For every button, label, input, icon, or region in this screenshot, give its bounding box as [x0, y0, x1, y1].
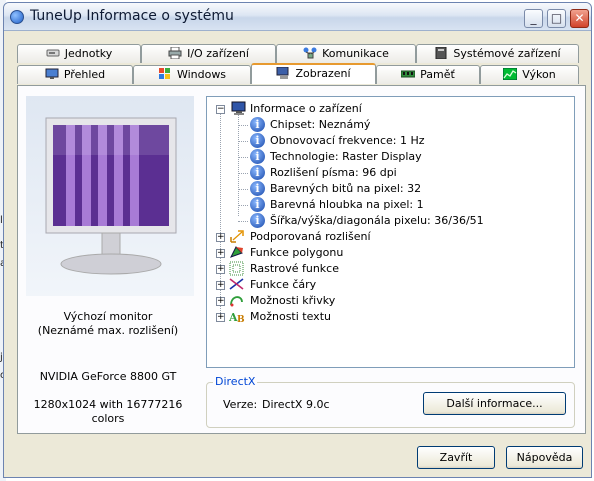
info-icon: i — [250, 213, 265, 228]
tree-group-item[interactable]: Možnosti textu — [250, 309, 331, 325]
info-icon: i — [250, 165, 265, 180]
title-bar[interactable]: TuneUp Informace o systému _ □ ✕ — [4, 3, 591, 31]
tab-prehled[interactable]: Přehled — [17, 65, 133, 84]
curve-icon — [230, 296, 243, 307]
close-button[interactable]: Zavřít — [417, 446, 495, 469]
tab-pamet[interactable]: Paměť — [376, 65, 480, 84]
tab-jednotky[interactable]: Jednotky — [17, 44, 141, 63]
tab-systemove-zarizeni[interactable]: Systémové zařízení — [416, 44, 579, 63]
monitor-resolution-caption: (Neznámé max. rozlišení) — [37, 324, 179, 337]
tab-label: Systémové zařízení — [453, 47, 561, 60]
resolution-icon — [230, 230, 244, 243]
collapse-toggle[interactable]: − — [216, 105, 225, 114]
display-tab-panel: Výchozí monitor (Neznámé max. rozlišení)… — [17, 85, 586, 434]
tree-connector — [238, 125, 248, 126]
tree-item[interactable]: Barevná hloubka na pixel: 1 — [270, 197, 424, 213]
display-icon — [276, 67, 289, 79]
tree-group-item[interactable]: Podporovaná rozlišení — [250, 229, 371, 245]
info-icon: i — [250, 117, 265, 132]
expand-toggle[interactable]: + — [216, 233, 225, 242]
tree-item[interactable]: Technologie: Raster Display — [270, 149, 422, 165]
memory-icon — [401, 70, 416, 78]
tree-group-item[interactable]: Funkce polygonu — [250, 245, 343, 261]
tree-group-item[interactable]: Rastrové funkce — [250, 261, 339, 277]
maximize-button[interactable]: □ — [547, 9, 566, 28]
tab-label: Výkon — [522, 68, 556, 81]
tree-group-item[interactable]: Možnosti křivky — [250, 293, 335, 309]
printer-icon — [168, 47, 182, 59]
window-title: TuneUp Informace o systému — [30, 8, 234, 24]
tree-group-item[interactable]: Funkce čáry — [250, 277, 316, 293]
tab-label: I/O zařízení — [187, 47, 249, 60]
info-icon: i — [250, 197, 265, 212]
expand-toggle[interactable]: + — [216, 313, 225, 322]
close-window-button[interactable]: ✕ — [570, 9, 589, 28]
info-icon: i — [250, 133, 265, 148]
raster-icon — [229, 261, 244, 276]
tree-item[interactable]: Barevných bitů na pixel: 32 — [270, 181, 421, 197]
tab-label: Jednotky — [64, 47, 113, 60]
tree-connector — [238, 141, 248, 142]
info-icon: i — [250, 149, 265, 164]
tree-item[interactable]: Rozlišení písma: 96 dpi — [270, 165, 397, 181]
tab-vykon[interactable]: Výkon — [480, 65, 579, 84]
app-info-icon — [10, 10, 24, 24]
windows-logo-icon — [158, 68, 170, 79]
tree-root-label[interactable]: Informace o zařízení — [250, 101, 362, 117]
expand-toggle[interactable]: + — [216, 281, 225, 290]
device-info-tree[interactable]: − Informace o zařízení i Chipset: Neznám… — [206, 96, 575, 368]
directx-version-value: DirectX 9.0c — [262, 398, 330, 411]
directx-version-label: Verze: — [223, 398, 258, 411]
tab-label: Komunikace — [322, 47, 389, 60]
overview-icon — [45, 68, 59, 79]
gpu-name: NVIDIA GeForce 8800 GT — [39, 370, 177, 383]
line-icon — [229, 278, 244, 290]
tree-item[interactable]: Obnovovací frekvence: 1 Hz — [270, 133, 425, 149]
system-info-window: TuneUp Informace o systému _ □ ✕ Jednotk… — [3, 2, 592, 478]
monitor-caption: Výchozí monitor — [63, 310, 153, 323]
drive-icon — [46, 49, 60, 57]
monitor-image — [26, 96, 194, 296]
tab-label: Zobrazení — [295, 67, 351, 80]
tree-connector — [238, 221, 248, 222]
more-info-button[interactable]: Další informace... — [423, 392, 566, 415]
expand-toggle[interactable]: + — [216, 249, 225, 258]
expand-toggle[interactable]: + — [216, 297, 225, 306]
tree-connector — [238, 173, 248, 174]
tree-connector — [238, 115, 239, 216]
tab-label: Paměť — [420, 68, 455, 81]
svg-text:B: B — [237, 315, 245, 324]
tab-zobrazeni[interactable]: Zobrazení — [251, 63, 376, 84]
tab-label: Přehled — [63, 68, 106, 81]
tab-windows[interactable]: Windows — [133, 65, 251, 84]
info-icon: i — [250, 181, 265, 196]
polygon-icon — [229, 246, 243, 258]
tree-connector — [238, 189, 248, 190]
tab-io-zarizeni[interactable]: I/O zařízení — [141, 44, 276, 63]
current-resolution: 1280x1024 with 16777216 colors — [33, 398, 183, 425]
minimize-button[interactable]: _ — [524, 9, 543, 28]
performance-icon — [503, 68, 518, 80]
system-device-icon — [435, 47, 447, 59]
tree-item[interactable]: Šířka/výška/diagonála pixelu: 36/36/51 — [270, 213, 484, 229]
display-device-icon — [231, 101, 246, 115]
network-icon — [303, 47, 317, 59]
tree-connector — [238, 157, 248, 158]
tree-connector — [238, 205, 248, 206]
tab-label: Windows — [176, 68, 227, 81]
tree-item[interactable]: Chipset: Neznámý — [270, 117, 370, 133]
directx-group: DirectX Verze: DirectX 9.0c Další inform… — [206, 375, 575, 428]
directx-group-title: DirectX — [213, 375, 258, 388]
text-icon: AB — [229, 311, 245, 324]
help-button[interactable]: Nápověda — [506, 446, 583, 469]
expand-toggle[interactable]: + — [216, 265, 225, 274]
tab-komunikace[interactable]: Komunikace — [276, 44, 416, 63]
